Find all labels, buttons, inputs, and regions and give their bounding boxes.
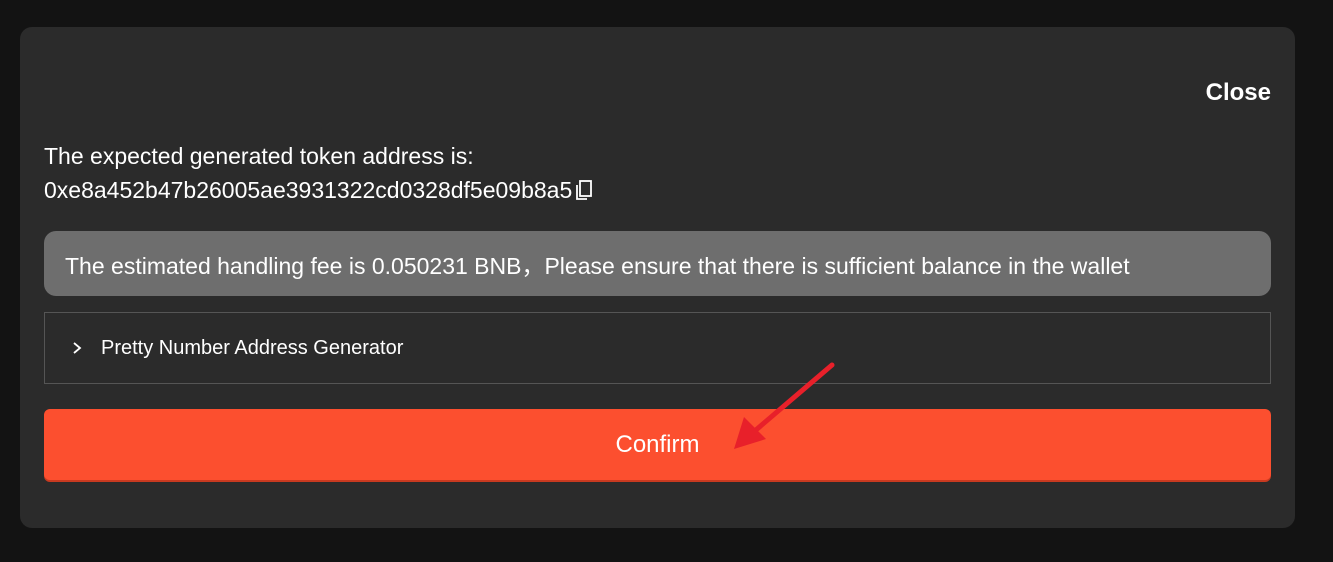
token-confirm-dialog: Close The expected generated token addre…	[20, 27, 1295, 528]
confirm-button[interactable]: Confirm	[44, 409, 1271, 480]
chevron-right-icon	[71, 340, 101, 356]
token-address: 0xe8a452b47b26005ae3931322cd0328df5e09b8…	[44, 177, 573, 203]
address-line: 0xe8a452b47b26005ae3931322cd0328df5e09b8…	[44, 173, 594, 207]
pretty-address-generator-toggle[interactable]: Pretty Number Address Generator	[44, 312, 1271, 384]
fee-notice: The estimated handling fee is 0.050231 B…	[44, 231, 1271, 296]
copy-icon[interactable]	[574, 179, 594, 201]
address-block: The expected generated token address is:…	[44, 139, 594, 207]
close-button[interactable]: Close	[1206, 79, 1271, 107]
address-intro: The expected generated token address is:	[44, 143, 474, 169]
fee-notice-text: The estimated handling fee is 0.050231 B…	[65, 252, 1130, 279]
generator-label: Pretty Number Address Generator	[101, 336, 404, 359]
